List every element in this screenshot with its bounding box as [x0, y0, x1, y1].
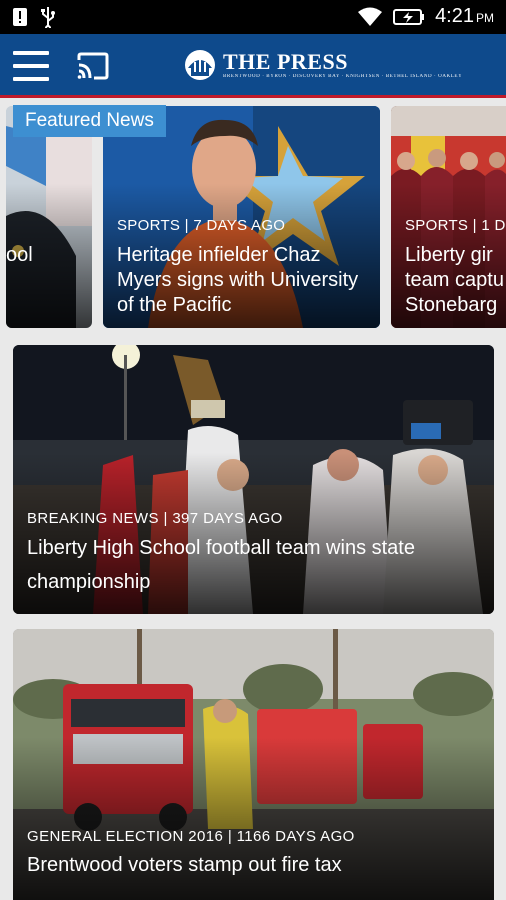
wifi-icon: [357, 7, 383, 27]
featured-card-headline: Heritage infielder Chaz Myers signs with…: [117, 244, 359, 316]
press-logo-icon: [183, 48, 217, 82]
clock: 4:21 PM: [435, 5, 494, 28]
cast-icon[interactable]: [76, 52, 110, 80]
featured-card-headline: Liberty gir team captu Stonebarg: [405, 244, 504, 316]
battery-charging-icon: [393, 7, 425, 27]
usb-icon: [40, 6, 56, 28]
clock-time: 4:21: [435, 5, 474, 27]
app-logo[interactable]: THE PRESS BRENTWOOD · BYRON · DISCOVERY …: [183, 48, 462, 82]
story-headline: Liberty High School football team wins s…: [27, 537, 415, 593]
featured-card-previous[interactable]: ool: [6, 106, 92, 328]
menu-icon[interactable]: [13, 51, 49, 81]
featured-card-headline: ool: [6, 244, 33, 266]
story-meta: GENERAL ELECTION 2016 | 1166 DAYS AGO: [27, 828, 355, 845]
logo-subtitle: BRENTWOOD · BYRON · DISCOVERY BAY · KNIG…: [223, 74, 463, 79]
story-card-fire-tax[interactable]: GENERAL ELECTION 2016 | 1166 DAYS AGO Br…: [13, 629, 494, 900]
featured-card-meta: SPORTS | 7 DAYS AGO: [117, 217, 286, 234]
story-headline: Brentwood voters stamp out fire tax: [27, 854, 342, 876]
clock-ampm: PM: [476, 11, 494, 25]
featured-card-meta: SPORTS | 1 D: [405, 217, 506, 234]
status-bar: 4:21 PM: [0, 0, 506, 34]
story-card-liberty-football[interactable]: BREAKING NEWS | 397 DAYS AGO Liberty Hig…: [13, 345, 494, 614]
app-bar: THE PRESS BRENTWOOD · BYRON · DISCOVERY …: [0, 34, 506, 98]
featured-news-label: Featured News: [13, 105, 166, 137]
featured-card-next[interactable]: SPORTS | 1 D Liberty gir team captu Ston…: [391, 106, 506, 328]
story-meta: BREAKING NEWS | 397 DAYS AGO: [27, 510, 283, 527]
logo-title: THE PRESS: [223, 49, 348, 74]
notification-icon: [12, 7, 28, 27]
featured-card-chaz-myers[interactable]: SPORTS | 7 DAYS AGO Heritage infielder C…: [103, 106, 380, 328]
